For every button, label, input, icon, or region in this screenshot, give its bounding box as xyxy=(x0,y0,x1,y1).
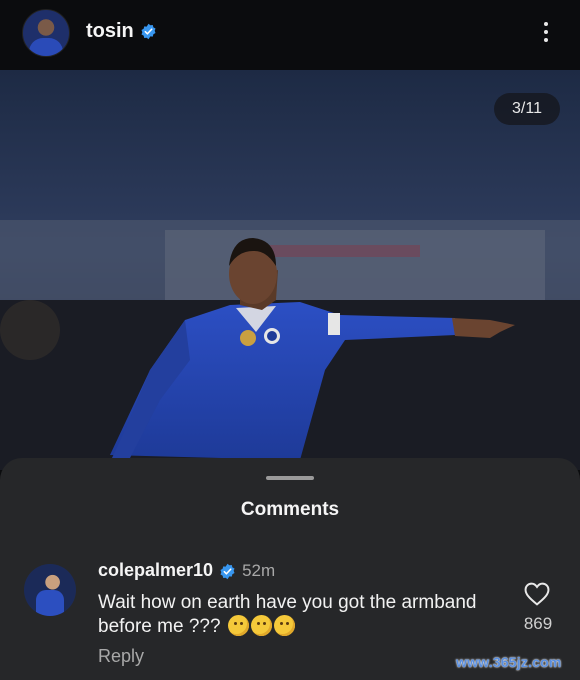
comment-header: colepalmer10 52m xyxy=(98,560,275,581)
verified-badge-icon xyxy=(220,563,235,580)
heart-icon[interactable] xyxy=(522,582,552,606)
comment-text-block: Wait how on earth have you got the armba… xyxy=(98,591,478,639)
hugging-face-emoji-icon xyxy=(227,615,249,636)
hugging-face-emoji-icon xyxy=(273,615,295,636)
verified-badge-icon xyxy=(141,23,156,40)
sheet-drag-handle[interactable] xyxy=(266,476,314,480)
image-counter: 3/11 xyxy=(494,93,560,125)
post-photo[interactable]: 3/11 xyxy=(0,70,580,470)
more-vertical-icon[interactable] xyxy=(538,18,554,46)
username-text: tosin xyxy=(86,20,134,42)
like-count: 869 xyxy=(523,614,553,633)
comments-title: Comments xyxy=(240,499,340,520)
username-link[interactable]: tosin xyxy=(86,20,157,43)
commenter-avatar[interactable] xyxy=(24,564,76,616)
reply-button[interactable]: Reply xyxy=(98,646,144,667)
comment-username[interactable]: colepalmer10 xyxy=(98,560,213,580)
profile-avatar[interactable] xyxy=(22,9,70,57)
hugging-face-emoji-icon xyxy=(250,615,272,636)
comments-sheet: Comments colepalmer10 52m Wait how on ea… xyxy=(0,458,580,680)
post-header: tosin xyxy=(0,0,580,70)
watermark: www.365jz.com xyxy=(456,654,562,670)
comment-time: 52m xyxy=(242,561,276,580)
player-photo-illustration xyxy=(0,70,580,470)
